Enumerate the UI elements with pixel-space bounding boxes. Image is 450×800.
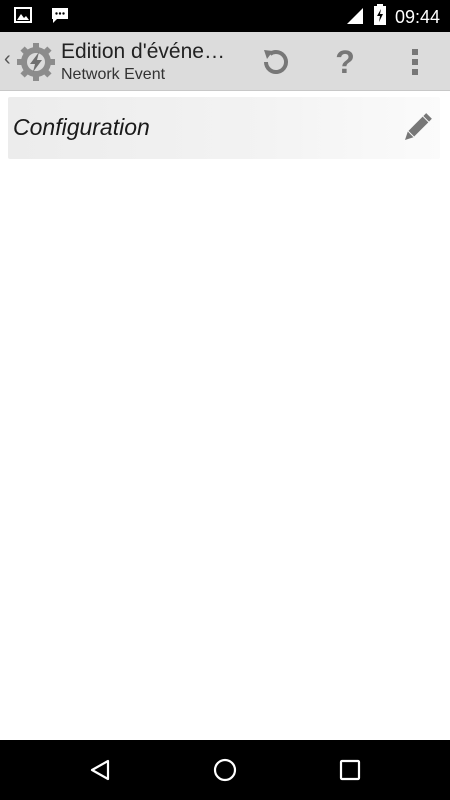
up-chevron-icon[interactable]: ‹ [4, 48, 11, 71]
navigation-bar [0, 740, 450, 800]
overflow-menu-button[interactable] [395, 42, 435, 82]
recents-icon [339, 759, 361, 781]
back-icon [90, 759, 110, 781]
battery-charging-icon [373, 4, 387, 31]
message-icon [50, 6, 70, 29]
image-icon [14, 7, 32, 28]
action-bar: ‹ Edition d'événe… Network Event ? [0, 32, 450, 91]
revert-button[interactable] [255, 42, 295, 82]
home-icon [213, 758, 237, 782]
title-block: Edition d'événe… Network Event [61, 39, 261, 85]
page-title: Edition d'événe… [61, 40, 225, 63]
back-button[interactable] [84, 754, 116, 786]
edit-pencil-icon[interactable] [398, 109, 436, 147]
configuration-label: Configuration [13, 114, 150, 140]
help-button[interactable]: ? [325, 42, 365, 82]
status-bar: 09:44 [0, 0, 450, 32]
page-subtitle: Network Event [61, 66, 166, 83]
home-button[interactable] [209, 754, 241, 786]
signal-icon [345, 5, 365, 30]
configuration-row[interactable]: Configuration [8, 97, 440, 159]
app-gear-icon[interactable] [14, 40, 58, 84]
overflow-menu-icon [412, 49, 418, 75]
revert-icon [264, 50, 288, 74]
status-time: 09:44 [394, 7, 440, 27]
help-icon: ? [335, 43, 355, 80]
recents-button[interactable] [334, 754, 366, 786]
